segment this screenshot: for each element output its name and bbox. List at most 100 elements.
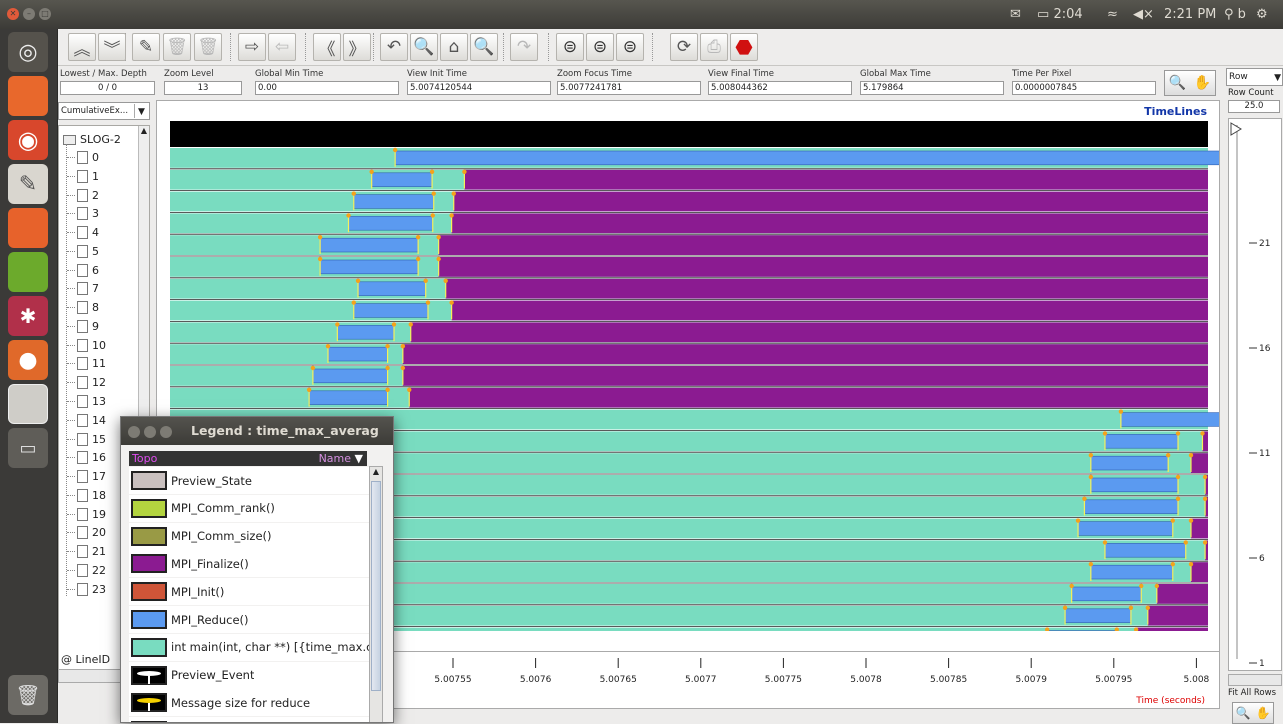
maximize-window-icon[interactable]: □ (39, 8, 51, 20)
state-color-swatch[interactable] (131, 554, 167, 573)
legend-close-icon[interactable] (128, 426, 140, 438)
event-topo-icon[interactable] (131, 693, 167, 712)
view-mode-dropdown[interactable]: CumulativeEx... ▼ (58, 102, 150, 120)
tree-row[interactable]: 1 (59, 167, 150, 186)
ruler-scrollbar[interactable] (1228, 674, 1282, 686)
depth-field[interactable]: 0 / 0 (60, 81, 155, 95)
timeline-row[interactable] (170, 344, 1208, 365)
zoom-in-button[interactable]: 🔍 (470, 33, 498, 61)
name-column-header[interactable]: Name ▼ (319, 451, 363, 466)
libreoffice-icon[interactable] (8, 252, 48, 292)
timeline-row[interactable] (170, 148, 1219, 169)
state-color-swatch[interactable] (131, 638, 167, 657)
scroll-down-button[interactable]: ︾ (98, 33, 126, 61)
row-select-arrow-icon[interactable]: ▼ (1274, 70, 1281, 86)
zoom-focus-time-field[interactable]: 5.0077241781 (557, 81, 701, 95)
edit-button[interactable]: ✎ (132, 33, 160, 61)
tree-row[interactable]: 13 (59, 392, 150, 411)
mail-icon[interactable]: ✉ (1010, 6, 1021, 24)
state-color-swatch[interactable] (131, 610, 167, 629)
tree-row[interactable]: 0 (59, 148, 150, 167)
hand-icon[interactable]: ✋ (1194, 75, 1211, 91)
legend-scroll-up-icon[interactable]: ▲ (370, 467, 382, 479)
global-max-time-field[interactable]: 5.179864 (860, 81, 1004, 95)
tree-root[interactable]: SLOG-2 (59, 130, 150, 149)
tree-row[interactable]: 10 (59, 336, 150, 355)
view-init-time-field[interactable]: 5.0074120544 (407, 81, 551, 95)
dash-home-icon[interactable]: ◎ (8, 32, 48, 72)
zoom-level-field[interactable]: 13 (164, 81, 242, 95)
legend-item[interactable]: MPI_Init() (129, 578, 375, 605)
backward-button[interactable]: 《 (313, 33, 341, 61)
dropdown-arrow-icon[interactable]: ▼ (134, 104, 148, 118)
legend-minimize-icon[interactable] (144, 426, 156, 438)
redo-zoom-button[interactable]: ↷ (510, 33, 538, 61)
search-backward-button[interactable]: ⊜ (556, 33, 584, 61)
delete-all-button[interactable]: 🗑 (194, 33, 222, 61)
state-color-swatch[interactable] (131, 582, 167, 601)
legend-item[interactable]: MPI_Finalize() (129, 550, 375, 577)
legend-item[interactable]: Preview_Event (129, 662, 375, 689)
ruler-magnifier-icon[interactable]: 🔍 (1236, 706, 1251, 720)
tree-row[interactable]: 7 (59, 279, 150, 298)
row-select[interactable]: Row ▼ (1226, 68, 1283, 86)
firefox-icon[interactable]: ● (8, 340, 48, 380)
refresh-button[interactable]: ⟳ (670, 33, 698, 61)
legend-scrollbar[interactable]: ▲ (369, 466, 383, 723)
legend-item[interactable]: MPI_Comm_rank() (129, 495, 375, 522)
timeline-row[interactable] (170, 366, 1208, 387)
search-init-button[interactable]: ⊜ (586, 33, 614, 61)
timeline-row[interactable] (170, 300, 1208, 321)
close-window-icon[interactable]: ✕ (7, 8, 19, 20)
stop-button[interactable]: ⬣ (730, 33, 758, 61)
timeline-row[interactable] (170, 279, 1208, 300)
settings-gear-icon[interactable]: ⚙ (1256, 6, 1268, 24)
files-icon[interactable] (8, 76, 48, 116)
legend-item[interactable]: BARLER_OBS (129, 717, 375, 723)
legend-scroll-thumb[interactable] (371, 481, 381, 691)
timeline-row[interactable] (170, 213, 1208, 234)
legend-item[interactable]: Message size for reduce (129, 689, 375, 716)
zoom-out-button[interactable]: 🔍 (410, 33, 438, 61)
scroll-up-button[interactable]: ︽ (68, 33, 96, 61)
system-settings-icon[interactable]: ✱ (8, 296, 48, 336)
global-min-time-field[interactable]: 0.00 (255, 81, 399, 95)
ruler-zoom-hand-toggle[interactable]: 🔍✋ (1232, 702, 1274, 724)
jumpshot-icon[interactable] (8, 384, 48, 424)
legend-maximize-icon[interactable] (160, 426, 172, 438)
tree-row[interactable]: 5 (59, 242, 150, 261)
volume-icon[interactable]: ◀× (1133, 6, 1154, 24)
tree-row[interactable]: 9 (59, 317, 150, 336)
forward-button[interactable]: 》 (343, 33, 371, 61)
tree-row[interactable]: 2 (59, 186, 150, 205)
clock[interactable]: 2:21 PM (1164, 6, 1216, 24)
state-color-swatch[interactable] (131, 499, 167, 518)
minimize-window-icon[interactable]: – (23, 8, 35, 20)
delete-timeline-button[interactable]: 🗑 (163, 33, 191, 61)
print-button[interactable]: ⎙ (700, 33, 728, 61)
timeline-row[interactable] (170, 388, 1208, 409)
tree-row[interactable]: 11 (59, 354, 150, 373)
tree-row[interactable]: 4 (59, 223, 150, 242)
timeline-row[interactable] (170, 322, 1208, 343)
timeline-row[interactable] (170, 257, 1208, 278)
undo-zoom-button[interactable]: ↶ (380, 33, 408, 61)
state-color-swatch[interactable] (131, 527, 167, 546)
legend-item[interactable]: int main(int, char **) [{time_max.c (129, 634, 375, 661)
zoom-hand-mode-toggle[interactable]: 🔍✋ (1164, 70, 1216, 96)
state-color-swatch[interactable] (131, 471, 167, 490)
timeline-row[interactable] (170, 191, 1208, 212)
tree-row[interactable]: 3 (59, 204, 150, 223)
legend-item[interactable]: MPI_Comm_size() (129, 523, 375, 550)
time-per-pixel-field[interactable]: 0.0000007845 (1012, 81, 1156, 95)
event-topo-icon[interactable] (131, 666, 167, 685)
legend-item[interactable]: MPI_Reduce() (129, 606, 375, 633)
tree-row[interactable]: 6 (59, 261, 150, 280)
trash-icon[interactable]: 🗑 (8, 675, 48, 715)
ruler-hand-icon[interactable]: ✋ (1256, 706, 1271, 720)
view-final-time-field[interactable]: 5.008044362 (708, 81, 852, 95)
tree-scroll-up-icon[interactable]: ▲ (139, 126, 149, 135)
wifi-icon[interactable]: ≈ (1107, 6, 1118, 24)
user-indicator[interactable]: ⚲ b (1224, 6, 1246, 24)
row-count-field[interactable]: 25.0 (1228, 100, 1280, 113)
